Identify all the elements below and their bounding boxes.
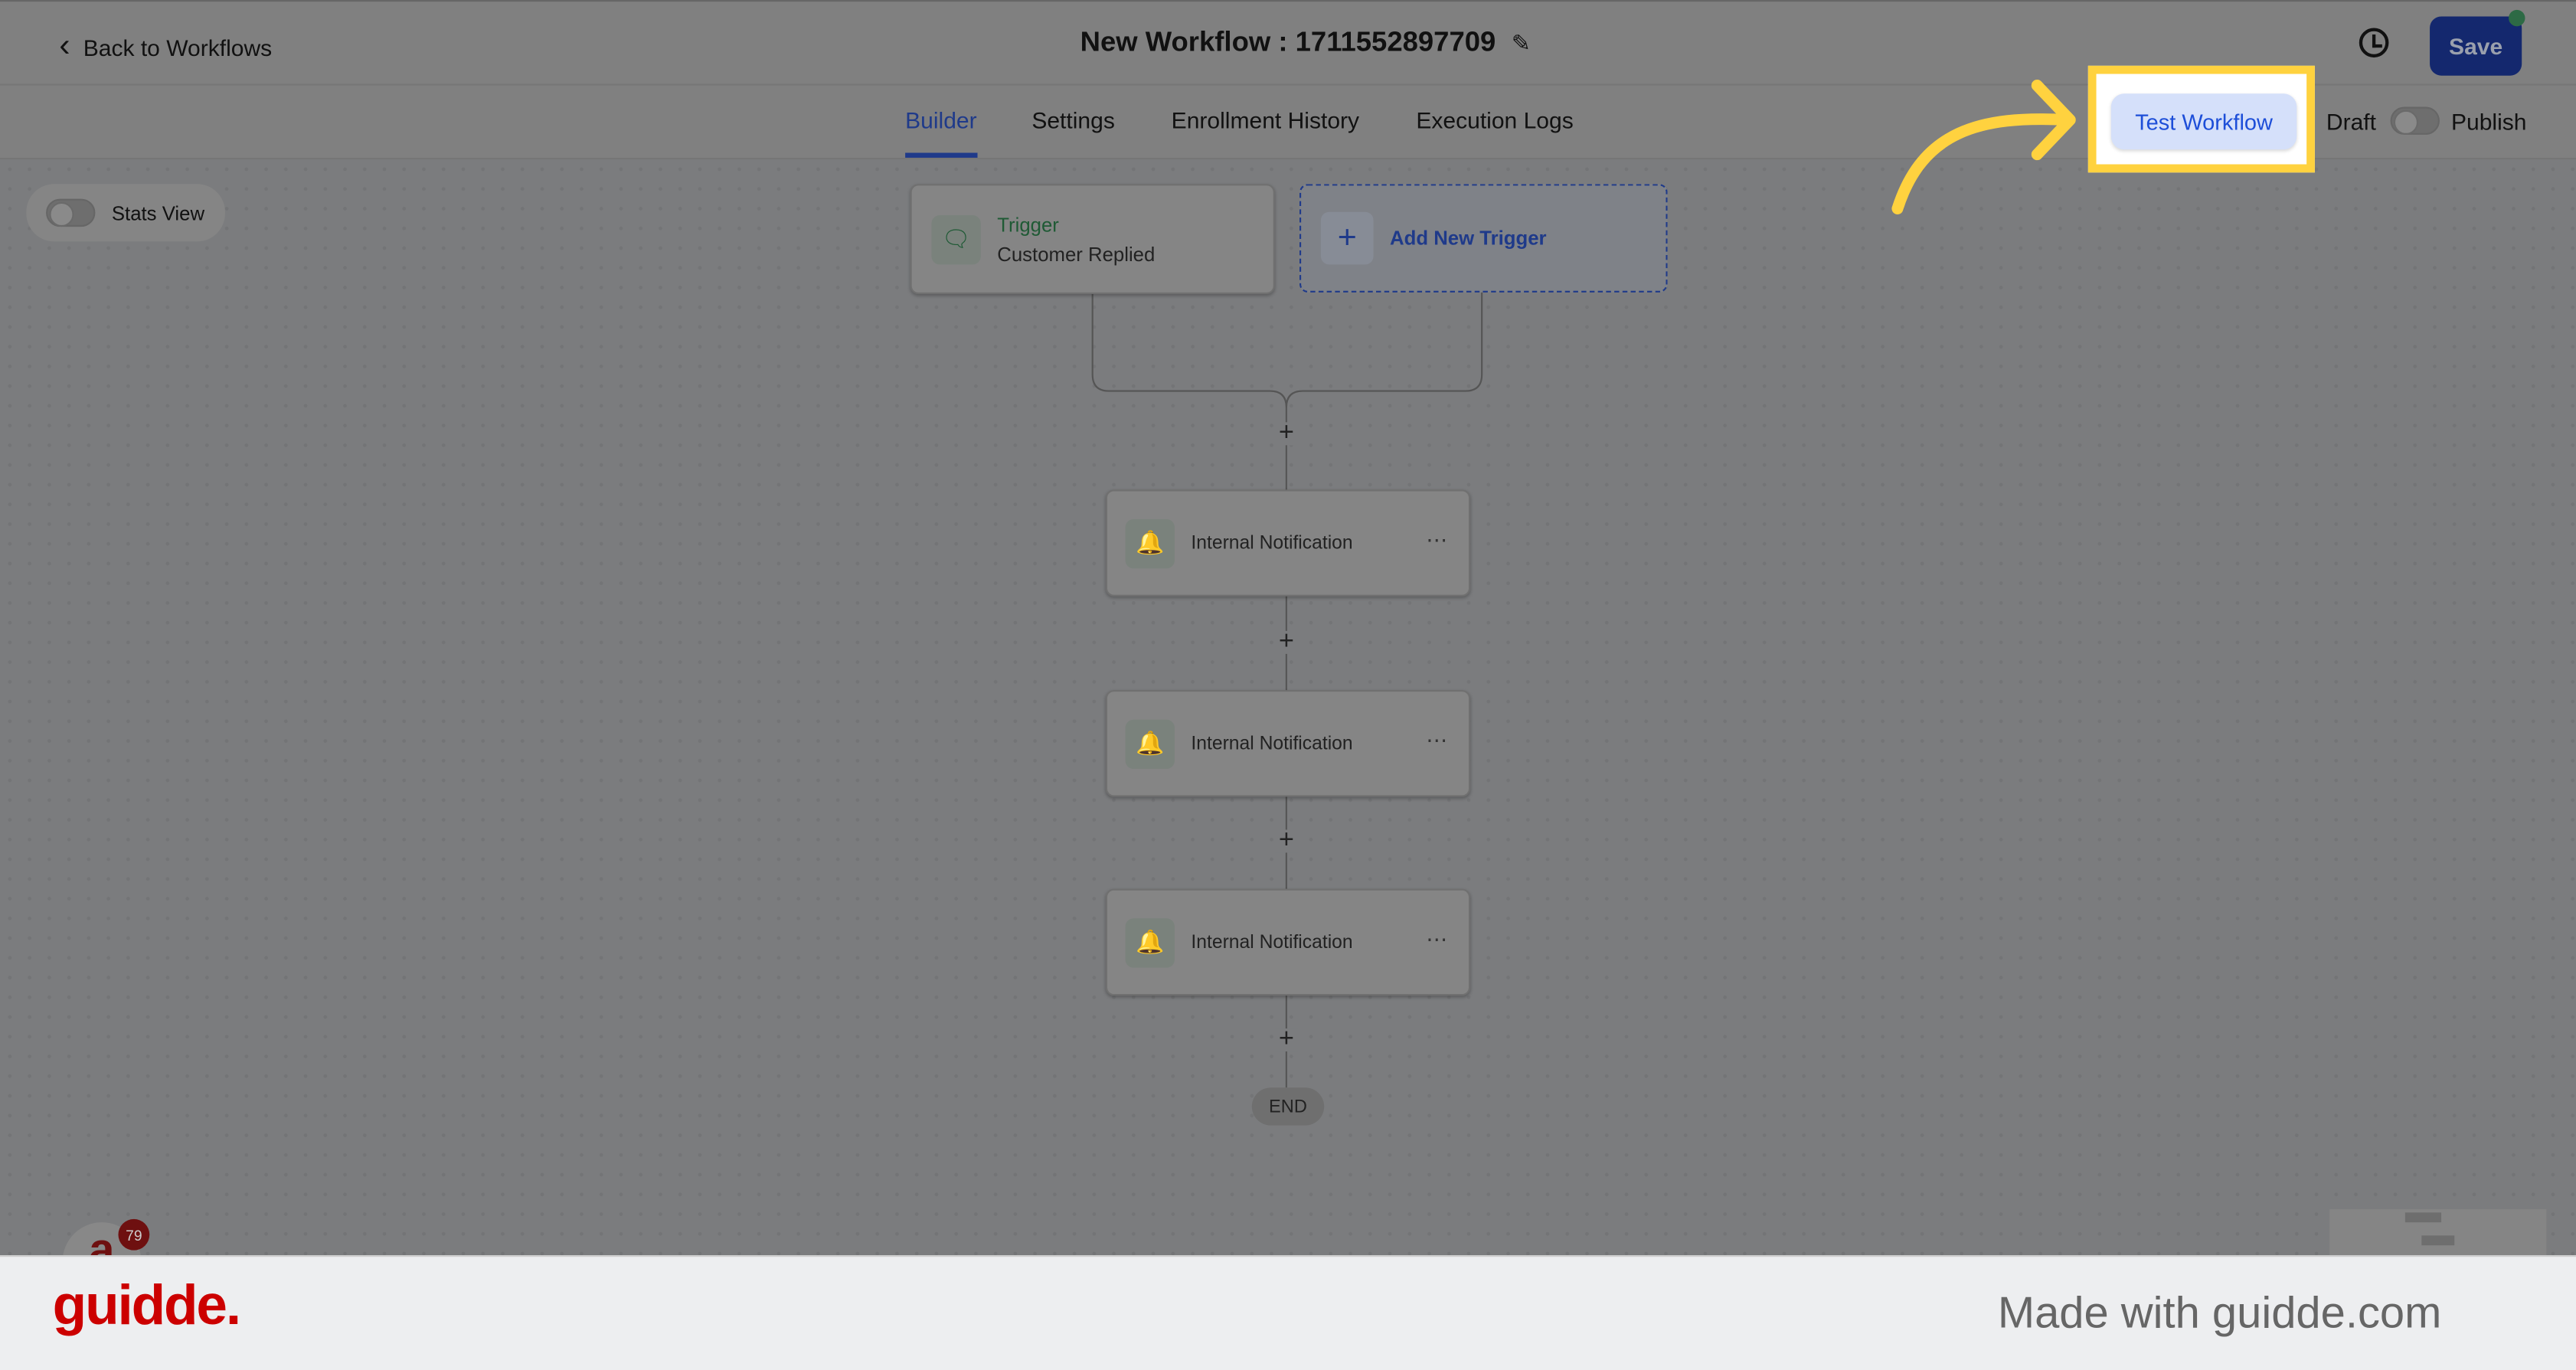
bell-icon: 🔔 <box>1125 718 1175 768</box>
guidde-logo: guidde. <box>52 1274 241 1338</box>
add-new-trigger-button[interactable]: + Add New Trigger <box>1299 184 1668 293</box>
trigger-title: Trigger <box>997 212 1059 236</box>
action-node[interactable]: 🔔 Internal Notification ⋯ <box>1105 489 1471 597</box>
notification-badge: 79 <box>118 1218 150 1251</box>
more-options-icon[interactable]: ⋯ <box>1426 528 1449 554</box>
add-step-plus-button[interactable]: + <box>1274 1026 1298 1052</box>
add-step-plus-button[interactable]: + <box>1274 420 1298 446</box>
more-options-icon[interactable]: ⋯ <box>1426 728 1449 754</box>
add-step-plus-button[interactable]: + <box>1274 827 1298 854</box>
action-node[interactable]: 🔔 Internal Notification ⋯ <box>1105 690 1471 797</box>
trigger-card[interactable]: 🗨 Trigger Customer Replied <box>910 184 1275 295</box>
minimap[interactable] <box>2329 1209 2547 1256</box>
action-node[interactable]: 🔔 Internal Notification ⋯ <box>1105 888 1471 996</box>
plus-icon: + <box>1320 211 1374 265</box>
bell-icon: 🔔 <box>1125 518 1175 568</box>
more-options-icon[interactable]: ⋯ <box>1426 927 1449 953</box>
trigger-subtitle: Customer Replied <box>997 242 1156 266</box>
chat-icon: 🗨 <box>931 214 981 264</box>
made-with-guidde-text: Made with guidde.com <box>1997 1288 2442 1338</box>
bell-icon: 🔔 <box>1125 917 1175 967</box>
end-node: END <box>1251 1087 1325 1126</box>
add-step-plus-button[interactable]: + <box>1274 629 1298 655</box>
